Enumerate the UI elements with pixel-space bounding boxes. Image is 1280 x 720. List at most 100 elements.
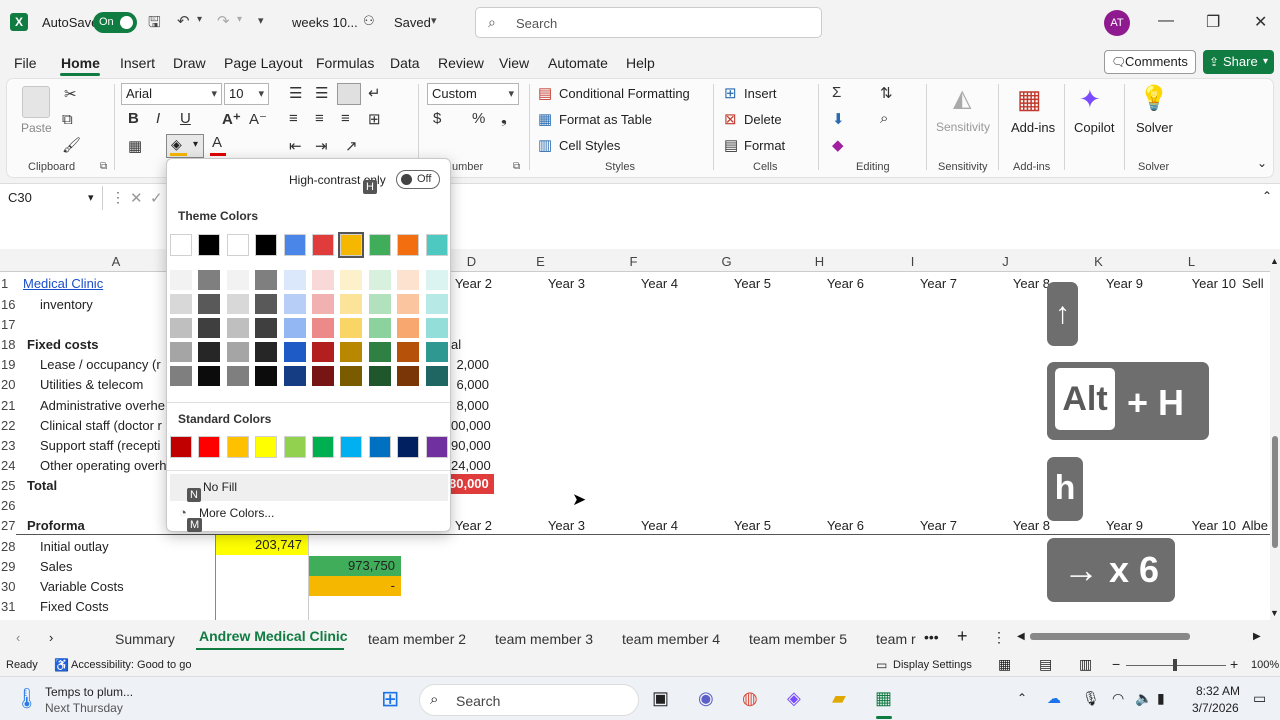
row-number[interactable]: 25 xyxy=(0,478,16,493)
decrease-font-icon[interactable]: A⁻ xyxy=(249,110,267,128)
teams-icon[interactable]: ◉ xyxy=(698,688,714,709)
solver-icon[interactable]: 💡 xyxy=(1139,84,1169,113)
year-header[interactable]: Year 10 xyxy=(1145,276,1236,291)
scroll-down-icon[interactable]: ▼ xyxy=(1270,608,1279,618)
format-painter-icon[interactable]: 🖌 xyxy=(62,136,81,154)
theme-shade-swatch[interactable] xyxy=(198,366,221,386)
theme-shade-swatch[interactable] xyxy=(226,270,249,290)
excel-taskbar-icon[interactable]: ▦ xyxy=(875,688,892,709)
document-title[interactable]: weeks 10... xyxy=(292,15,358,30)
column-header-h[interactable]: H xyxy=(773,252,866,272)
year-header[interactable]: Year 6 xyxy=(773,518,864,533)
theme-color-swatch[interactable] xyxy=(255,234,278,256)
standard-color-swatch[interactable] xyxy=(312,436,334,458)
tab-file[interactable]: File xyxy=(14,55,37,71)
sheet-tab-andrew-medical-clinic[interactable]: Andrew Medical Clinic xyxy=(199,628,348,644)
m365-icon[interactable]: ◈ xyxy=(787,688,801,709)
cell-a18[interactable]: Fixed costs xyxy=(27,337,99,352)
theme-color-swatch[interactable] xyxy=(170,234,192,256)
page-break-view-icon[interactable]: ▥ xyxy=(1079,656,1092,673)
theme-shade-swatch[interactable] xyxy=(170,294,192,314)
sheet-tab-summary[interactable]: Summary xyxy=(115,631,175,647)
copy-icon[interactable]: ⧉ xyxy=(62,111,73,128)
zoom-slider-thumb[interactable] xyxy=(1173,659,1177,671)
tab-insert[interactable]: Insert xyxy=(120,55,155,71)
sensitivity-icon[interactable]: ◭ xyxy=(953,84,971,113)
theme-shade-swatch[interactable] xyxy=(312,342,334,362)
insert-cells-button[interactable]: Insert xyxy=(744,86,777,101)
theme-shade-swatch[interactable] xyxy=(283,366,306,386)
format-cells-button[interactable]: Format xyxy=(744,138,785,153)
theme-shade-swatch[interactable] xyxy=(425,270,448,290)
standard-color-swatch[interactable] xyxy=(255,436,278,458)
sheet-tab-team-member-2[interactable]: team member 2 xyxy=(368,631,466,647)
restore-icon[interactable]: ❐ xyxy=(1206,12,1220,32)
theme-shade-swatch[interactable] xyxy=(255,270,278,290)
cell-a16[interactable]: inventory xyxy=(40,297,93,312)
fill-icon[interactable]: ⬇ xyxy=(832,110,845,128)
onedrive-icon[interactable]: ☁ xyxy=(1047,690,1061,707)
row-number[interactable]: 22 xyxy=(0,418,16,433)
bold-icon[interactable]: B xyxy=(128,110,139,127)
tab-automate[interactable]: Automate xyxy=(548,55,608,71)
theme-shade-swatch[interactable] xyxy=(312,294,334,314)
cell-a23[interactable]: Support staff (recepti xyxy=(40,438,160,453)
theme-shade-swatch[interactable] xyxy=(340,294,363,314)
scroll-up-icon[interactable]: ▲ xyxy=(1270,256,1279,266)
percent-icon[interactable]: % xyxy=(472,110,485,127)
theme-color-swatch[interactable] xyxy=(283,234,306,256)
row-number[interactable]: 23 xyxy=(0,438,16,453)
theme-shade-swatch[interactable] xyxy=(425,294,448,314)
cell-a31[interactable]: Fixed Costs xyxy=(40,599,109,614)
theme-shade-swatch[interactable] xyxy=(255,318,278,338)
theme-shade-swatch[interactable] xyxy=(198,318,221,338)
increase-indent-icon[interactable]: ⇥ xyxy=(315,137,328,155)
taskbar-search[interactable]: ⌕ Search xyxy=(419,684,639,716)
tab-draw[interactable]: Draw xyxy=(173,55,206,71)
theme-shade-swatch[interactable] xyxy=(340,270,363,290)
theme-color-swatch[interactable] xyxy=(226,234,249,256)
prev-sheet-icon[interactable]: ‹ xyxy=(16,630,20,645)
page-layout-view-icon[interactable]: ▤ xyxy=(1039,656,1052,673)
theme-shade-swatch[interactable] xyxy=(283,342,306,362)
tab-view[interactable]: View xyxy=(499,55,529,71)
autosave-toggle[interactable]: On xyxy=(93,12,137,33)
theme-color-swatch[interactable] xyxy=(425,234,448,256)
tab-review[interactable]: Review xyxy=(438,55,484,71)
font-size-select[interactable]: 10 xyxy=(224,83,269,105)
theme-shade-swatch[interactable] xyxy=(170,342,192,362)
increase-font-icon[interactable]: A⁺ xyxy=(222,110,241,128)
sheet-tab-team-r[interactable]: team r xyxy=(876,631,916,647)
row-number[interactable]: 17 xyxy=(0,317,16,332)
file-explorer-icon[interactable]: ▰ xyxy=(832,688,846,709)
theme-shade-swatch[interactable] xyxy=(368,270,391,290)
more-colors-item[interactable]: More Colors... xyxy=(199,506,274,520)
row-number[interactable]: 21 xyxy=(0,398,16,413)
theme-shade-swatch[interactable] xyxy=(397,342,420,362)
align-center-icon[interactable]: ≡ xyxy=(315,110,324,127)
normal-view-icon[interactable]: ▦ xyxy=(998,656,1011,673)
align-left-icon[interactable]: ≡ xyxy=(289,110,298,127)
cell-c30[interactable]: - xyxy=(309,576,401,596)
column-header-i[interactable]: I xyxy=(866,252,959,272)
next-sheet-icon[interactable]: › xyxy=(49,630,53,645)
theme-shade-swatch[interactable] xyxy=(226,342,249,362)
zoom-in-icon[interactable]: + xyxy=(1230,656,1238,672)
theme-shade-swatch[interactable] xyxy=(312,318,334,338)
theme-shade-swatch[interactable] xyxy=(255,366,278,386)
task-view-icon[interactable]: ▣ xyxy=(652,688,669,709)
weather-icon[interactable]: 🌡 xyxy=(14,686,39,711)
year-header[interactable]: Year 3 xyxy=(494,518,585,533)
conditional-formatting-button[interactable]: Conditional Formatting xyxy=(559,86,690,101)
tab-help[interactable]: Help xyxy=(626,55,655,71)
bottom-align-button[interactable] xyxy=(337,83,361,105)
theme-color-swatch[interactable] xyxy=(368,234,391,256)
vertical-scroll-thumb[interactable] xyxy=(1272,436,1278,548)
sheet-tab-team-member-4[interactable]: team member 4 xyxy=(622,631,720,647)
cell-styles-button[interactable]: Cell Styles xyxy=(559,138,620,153)
cell-d20[interactable]: 6,000 xyxy=(451,377,489,392)
cell-a25[interactable]: Total xyxy=(27,478,57,493)
theme-shade-swatch[interactable] xyxy=(368,342,391,362)
wrap-text-icon[interactable]: ↵ xyxy=(368,84,381,102)
theme-shade-swatch[interactable] xyxy=(340,342,363,362)
